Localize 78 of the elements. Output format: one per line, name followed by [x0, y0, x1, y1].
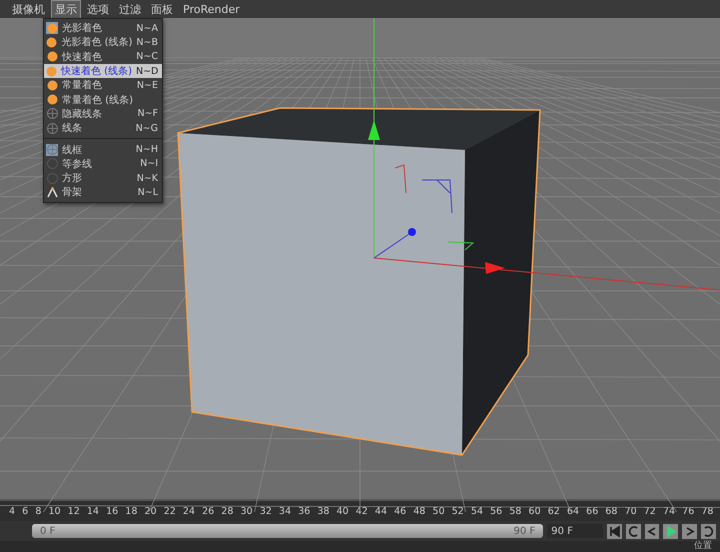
frame-number: 58 — [509, 506, 522, 516]
frame-number: 26 — [202, 506, 214, 516]
circle-icon — [46, 158, 58, 170]
frame-number: 20 — [144, 506, 157, 516]
loop-button[interactable] — [626, 524, 641, 538]
frame-number: 52 — [452, 506, 464, 516]
first-button[interactable] — [606, 524, 622, 538]
menu-row[interactable]: 方形 N~K — [44, 170, 162, 186]
menu-row[interactable]: 快速着色 N~C — [44, 50, 162, 64]
attributes-tab[interactable]: 位置 — [694, 541, 712, 552]
frame-number: 30 — [240, 506, 253, 516]
frame-number: 34 — [278, 506, 291, 516]
play-button[interactable] — [663, 524, 678, 538]
frame-number: 50 — [432, 506, 445, 516]
menu-row[interactable]: 线框 N~H — [44, 142, 162, 157]
menu-item[interactable]: 过滤 — [115, 0, 145, 18]
wire-sphere-icon — [46, 122, 58, 134]
back-icon — [645, 524, 658, 538]
frame-number: 56 — [490, 506, 502, 516]
menu-row[interactable]: 等参线 N~I — [44, 156, 162, 171]
frame-number: 76 — [682, 506, 694, 516]
menu-item[interactable]: 摄像机 — [8, 0, 49, 18]
circle-icon — [46, 172, 58, 184]
frame-number: 32 — [260, 506, 272, 516]
frame-number: 22 — [164, 506, 176, 516]
repeat-icon — [702, 524, 716, 538]
frame-number: 16 — [106, 506, 118, 516]
sphere-icon — [46, 94, 58, 106]
end-frame-field[interactable]: 90 F — [547, 524, 603, 538]
frame-number: 42 — [356, 506, 368, 516]
menu-item[interactable]: 面板 — [147, 0, 177, 18]
frame-number: 44 — [374, 506, 388, 516]
menu-row[interactable]: 隐藏线条 N~F — [44, 106, 162, 122]
frame-number: 40 — [336, 506, 349, 516]
loop-icon — [626, 524, 640, 538]
frame-number: 18 — [125, 506, 138, 516]
frame-number: 10 — [48, 506, 61, 516]
frame-number: 8 — [35, 506, 42, 516]
back-button[interactable] — [644, 524, 660, 538]
frame-number: 24 — [182, 506, 195, 516]
frame-number: 14 — [86, 506, 99, 516]
menu-row[interactable]: 常量着色 (线条) — [44, 92, 162, 107]
skeleton-icon — [46, 186, 58, 198]
menu-row[interactable]: 骨架 N~L — [44, 185, 162, 200]
frame-number: 38 — [317, 506, 330, 516]
frame-number: 72 — [644, 506, 656, 516]
frame-number: 64 — [566, 506, 580, 516]
sphere-icon — [46, 22, 58, 34]
frame-number: 6 — [22, 506, 28, 516]
frame-number: 28 — [221, 506, 234, 516]
frame-number: 36 — [298, 506, 310, 516]
sphere-icon — [46, 51, 58, 62]
sphere-icon — [46, 80, 58, 91]
repeat-button[interactable] — [701, 524, 716, 538]
menu-item[interactable]: 显示 — [51, 0, 81, 18]
frame-number: 74 — [662, 506, 676, 516]
menu-row[interactable]: 光影着色 (线条) N~B — [44, 35, 162, 50]
wire-sphere-icon — [46, 108, 58, 120]
menu-item[interactable]: ProRender — [179, 0, 244, 18]
first-icon — [608, 524, 621, 538]
menu-row[interactable]: 光影着色 N~A — [44, 21, 162, 36]
frame-number: 46 — [394, 506, 406, 516]
frame-number: 4 — [9, 506, 16, 516]
forward-button[interactable] — [682, 524, 698, 538]
frame-number: 78 — [701, 506, 714, 516]
frame-number: 62 — [548, 506, 560, 516]
sphere-icon — [46, 66, 57, 77]
wire-sphere-icon — [46, 144, 58, 156]
frame-number: 48 — [413, 506, 426, 516]
frame-number: 60 — [528, 506, 541, 516]
menu-row[interactable]: 线条 N~G — [44, 121, 162, 136]
frame-number: 54 — [470, 506, 484, 516]
menu-item[interactable]: 选项 — [83, 0, 113, 18]
menu-row[interactable]: 常量着色 N~E — [44, 78, 162, 92]
menu-row[interactable]: 快速着色 (线条) N~D — [44, 64, 162, 78]
sphere-icon — [46, 36, 58, 48]
frame-number: 12 — [68, 506, 80, 516]
play-icon — [664, 524, 678, 538]
